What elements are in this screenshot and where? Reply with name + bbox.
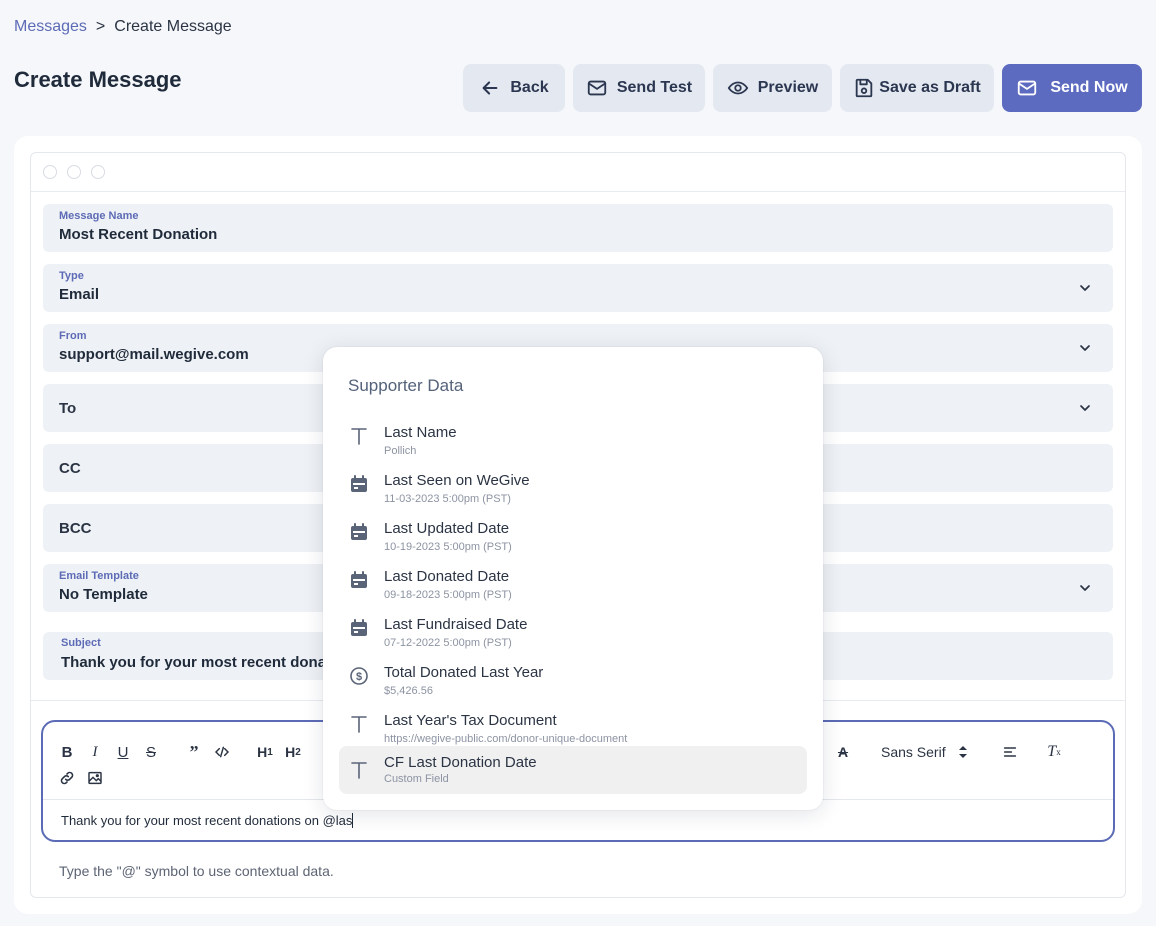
suggestion-title: Last Seen on WeGive [384,472,530,489]
chevron-down-icon[interactable] [1077,280,1093,296]
breadcrumb-messages-link[interactable]: Messages [14,18,87,36]
from-label: From [59,330,87,342]
suggestion-item-tax-document[interactable]: Last Year's Tax Document https://wegive-… [339,702,807,750]
window-dot [67,165,81,179]
code-icon[interactable] [213,742,231,762]
suggestion-title: Last Year's Tax Document [384,712,557,729]
email-template-label: Email Template [59,570,139,582]
window-controls [31,153,1125,192]
save-draft-button[interactable]: Save as Draft [840,64,994,112]
editor-content[interactable]: Thank you for your most recent donations… [61,813,354,828]
image-icon[interactable] [87,768,103,788]
send-test-button-label: Send Test [616,79,693,96]
suggestion-subtitle: 07-12-2022 5:00pm (PST) [384,637,512,649]
editor-hint: Type the "@" symbol to use contextual da… [59,863,334,879]
quote-icon[interactable]: ” [185,742,203,762]
type-label: Type [59,270,84,282]
suggestion-item-last-fundraised[interactable]: Last Fundraised Date 07-12-2022 5:00pm (… [339,606,807,654]
suggestion-subtitle: Pollich [384,445,417,457]
suggestion-subtitle: 11-03-2023 5:00pm (PST) [384,493,511,505]
window-dot [43,165,57,179]
email-template-value: No Template [59,586,148,603]
window-dot [91,165,105,179]
send-now-button-label: Send Now [1050,79,1128,96]
supporter-data-popover: Supporter Data Last Name Pollich Last Se… [323,347,823,810]
message-name-field[interactable]: Message Name Most Recent Donation [43,204,1113,252]
suggestion-title: Last Fundraised Date [384,616,528,633]
strikethrough-icon[interactable]: S [143,742,159,762]
clear-format-icon[interactable]: Tx [1045,742,1063,762]
text-icon [351,428,367,445]
eye-icon [727,81,748,95]
to-placeholder: To [59,400,77,417]
arrow-left-icon [482,81,498,95]
breadcrumb-current: Create Message [114,18,232,35]
heading-2-icon[interactable]: H2 [283,742,303,762]
save-icon [856,78,873,98]
cc-placeholder: CC [59,460,81,477]
chevron-down-icon[interactable] [1077,580,1093,596]
calendar-icon [351,571,367,588]
from-value: support@mail.wegive.com [59,346,249,363]
background-color-icon[interactable]: A [835,742,851,762]
calendar-icon [351,475,367,492]
link-icon[interactable] [59,768,75,788]
send-now-button[interactable]: Send Now [1002,64,1142,112]
suggestion-item-total-donated[interactable]: $ Total Donated Last Year $5,426.56 [339,654,807,702]
subject-label: Subject [61,637,101,649]
suggestion-item-cf-last-donation[interactable]: CF Last Donation Date Custom Field [339,746,807,794]
message-name-label: Message Name [59,210,139,222]
message-name-value[interactable]: Most Recent Donation [59,226,217,243]
breadcrumb-separator: > [95,18,106,35]
svg-text:$: $ [356,671,362,683]
bcc-placeholder: BCC [59,520,92,537]
save-draft-button-label: Save as Draft [879,79,981,96]
suggestion-item-last-donated[interactable]: Last Donated Date 09-18-2023 5:00pm (PST… [339,558,807,606]
calendar-icon [351,619,367,636]
send-test-button[interactable]: Send Test [573,64,705,112]
underline-icon[interactable]: U [115,742,131,762]
suggestion-item-last-seen[interactable]: Last Seen on WeGive 11-03-2023 5:00pm (P… [339,462,807,510]
suggestion-title: Last Name [384,424,457,441]
dollar-icon: $ [350,667,368,685]
font-family-value: Sans Serif [881,744,946,760]
text-icon [351,762,367,779]
type-select[interactable]: Type Email [43,264,1113,312]
breadcrumb: Messages > Create Message [14,18,232,36]
suggestion-subtitle: 10-19-2023 5:00pm (PST) [384,541,512,553]
suggestion-title: Last Updated Date [384,520,510,537]
subject-value[interactable]: Thank you for your most recent dona [61,654,326,671]
suggestion-subtitle: $5,426.56 [384,685,433,697]
suggestion-title: Last Donated Date [384,568,510,585]
type-value: Email [59,286,100,303]
preview-button[interactable]: Preview [713,64,832,112]
suggestion-title: Total Donated Last Year [384,664,544,681]
popover-title: Supporter Data [348,376,464,395]
suggestion-item-last-updated[interactable]: Last Updated Date 10-19-2023 5:00pm (PST… [339,510,807,558]
suggestion-title: CF Last Donation Date [384,754,537,771]
mail-icon [587,80,607,96]
font-family-select[interactable]: Sans Serif [881,742,977,762]
bold-icon[interactable]: B [59,742,75,762]
suggestion-item-last-name[interactable]: Last Name Pollich [339,414,807,462]
chevron-down-icon[interactable] [1077,340,1093,356]
editor-body-text: Thank you for your most recent donations… [61,813,353,828]
calendar-icon [351,523,367,540]
action-toolbar: Back Send Test Preview Save as Draft Sen… [0,64,1156,112]
preview-button-label: Preview [757,79,819,96]
text-icon [351,716,367,733]
sort-arrows-icon [958,746,967,758]
heading-1-icon[interactable]: H1 [255,742,275,762]
chevron-down-icon[interactable] [1077,400,1093,416]
suggestion-subtitle: Custom Field [384,773,449,785]
suggestion-subtitle: 09-18-2023 5:00pm (PST) [384,589,512,601]
italic-icon[interactable]: I [87,742,103,762]
align-left-icon[interactable] [1001,742,1019,762]
suggestion-subtitle: https://wegive-public.com/donor-unique-d… [384,733,628,745]
back-button[interactable]: Back [463,64,565,112]
back-button-label: Back [510,79,549,96]
mail-icon [1018,80,1037,96]
text-caret [352,813,354,828]
